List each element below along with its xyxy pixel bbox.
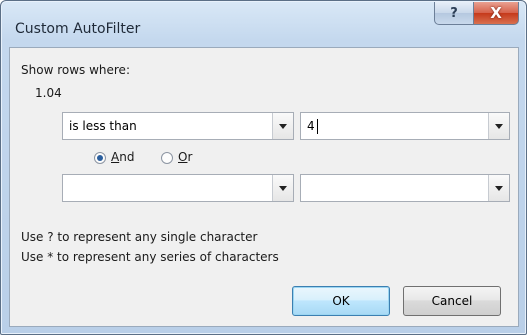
cancel-button[interactable]: Cancel [403, 286, 501, 316]
criteria2-value-input[interactable] [300, 174, 510, 202]
chevron-down-icon[interactable] [488, 113, 509, 139]
close-button[interactable]: X [473, 2, 519, 25]
chevron-down-icon[interactable] [488, 175, 509, 201]
dialog-body: Show rows where: 1.04 is less than 4 And… [9, 47, 519, 327]
chevron-down-icon[interactable] [272, 113, 293, 139]
dialog-title: Custom AutoFilter [15, 21, 141, 37]
criteria1-operator-value: is less than [69, 119, 137, 133]
chevron-down-icon[interactable] [272, 175, 293, 201]
close-icon: X [490, 4, 502, 22]
dialog-window: Custom AutoFilter ? X Show rows where: 1… [0, 0, 527, 335]
criteria1-value-input[interactable]: 4 [300, 112, 510, 140]
criteria2-operator-select[interactable] [62, 174, 294, 202]
and-radio-label[interactable]: And [111, 150, 134, 164]
or-radio-label[interactable]: Or [178, 150, 192, 164]
show-rows-label: Show rows where: [21, 63, 130, 77]
criteria1-value-text: 4 [307, 119, 315, 133]
criteria1-operator-select[interactable]: is less than [62, 112, 294, 140]
hint-single-character: Use ? to represent any single character [21, 230, 258, 244]
help-button[interactable]: ? [434, 2, 474, 25]
text-caret [317, 119, 318, 134]
title-bar[interactable]: Custom AutoFilter ? X [1, 1, 526, 45]
and-radio[interactable] [94, 152, 106, 164]
column-name-label: 1.04 [35, 86, 62, 100]
ok-button[interactable]: OK [292, 286, 390, 316]
help-icon: ? [450, 5, 458, 21]
hint-series-characters: Use * to represent any series of charact… [21, 250, 279, 264]
or-radio[interactable] [161, 152, 173, 164]
